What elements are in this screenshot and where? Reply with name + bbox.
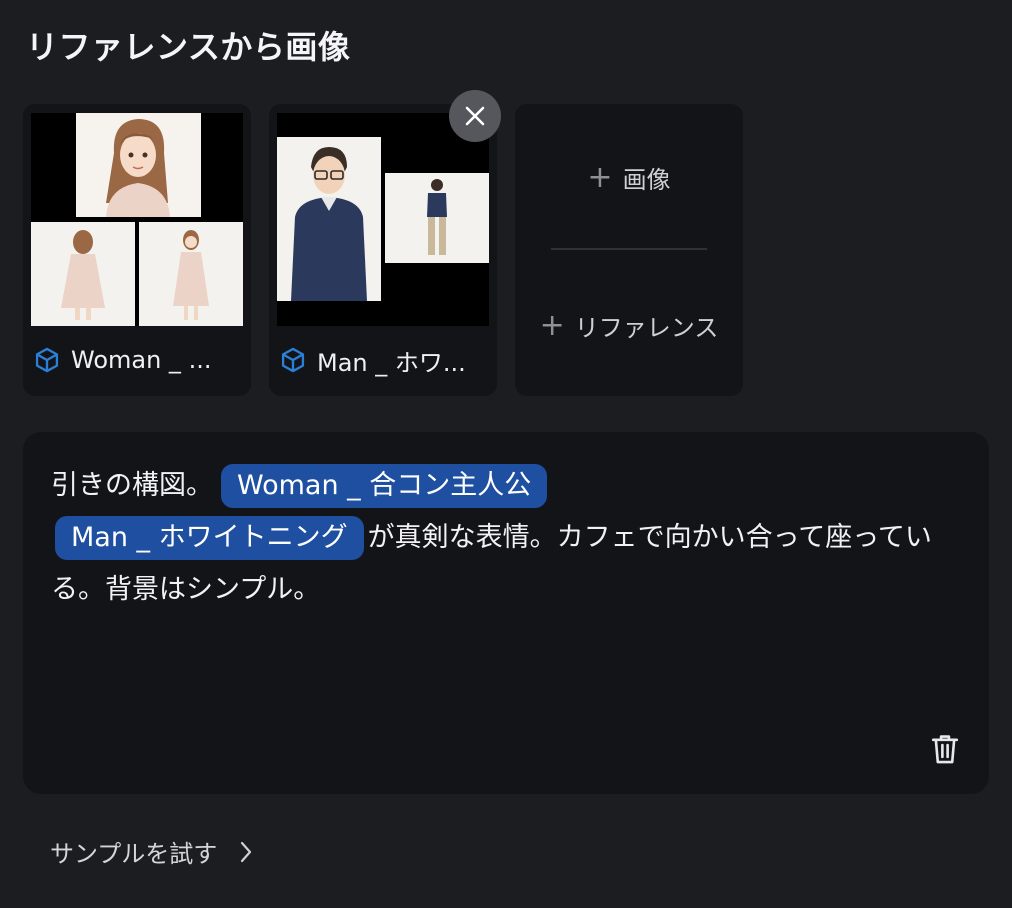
reference-name: Woman _ ... xyxy=(71,346,212,374)
add-image-button[interactable]: + 画像 xyxy=(515,160,743,195)
reference-card-woman[interactable]: Woman _ ... xyxy=(23,104,251,396)
add-reference-label: リファレンス xyxy=(574,314,719,342)
try-sample-label: サンプルを試す xyxy=(50,840,218,868)
try-sample-link[interactable]: サンプルを試す xyxy=(50,834,253,869)
add-reference-button[interactable]: + リファレンス xyxy=(515,308,743,343)
reference-card-man[interactable]: Man _ ホワ... xyxy=(269,104,497,396)
close-icon xyxy=(465,106,485,126)
add-image-label: 画像 xyxy=(622,166,671,194)
reference-label-woman: Woman _ ... xyxy=(33,342,243,378)
reference-name: Man _ ホワ... xyxy=(317,348,466,377)
trash-icon[interactable] xyxy=(929,732,961,766)
prompt-editor[interactable]: 引きの構図。 Woman _ 合コン主人公 Man _ ホワイトニング が真剣な表情… xyxy=(23,432,989,794)
reference-label-man: Man _ ホワ... xyxy=(279,342,489,378)
plus-icon: + xyxy=(587,159,613,195)
chevron-right-icon xyxy=(241,841,252,862)
cube-icon xyxy=(35,347,59,373)
reference-chip-woman[interactable]: Woman _ 合コン主人公 xyxy=(221,464,548,508)
add-card: + 画像 + リファレンス xyxy=(515,104,743,396)
prompt-segment: 引きの構図。 xyxy=(51,470,213,501)
remove-reference-button[interactable] xyxy=(449,90,501,142)
plus-icon: + xyxy=(539,307,565,343)
reference-chip-man[interactable]: Man _ ホワイトニング xyxy=(55,516,364,560)
cube-icon xyxy=(281,347,305,373)
section-title: リファレンスから画像 xyxy=(26,28,351,66)
reference-thumbnail-woman xyxy=(31,113,243,326)
divider xyxy=(551,248,707,250)
reference-thumbnail-man xyxy=(277,113,489,326)
prompt-text[interactable]: 引きの構図。 Woman _ 合コン主人公 Man _ ホワイトニング が真剣な表情… xyxy=(51,460,965,616)
